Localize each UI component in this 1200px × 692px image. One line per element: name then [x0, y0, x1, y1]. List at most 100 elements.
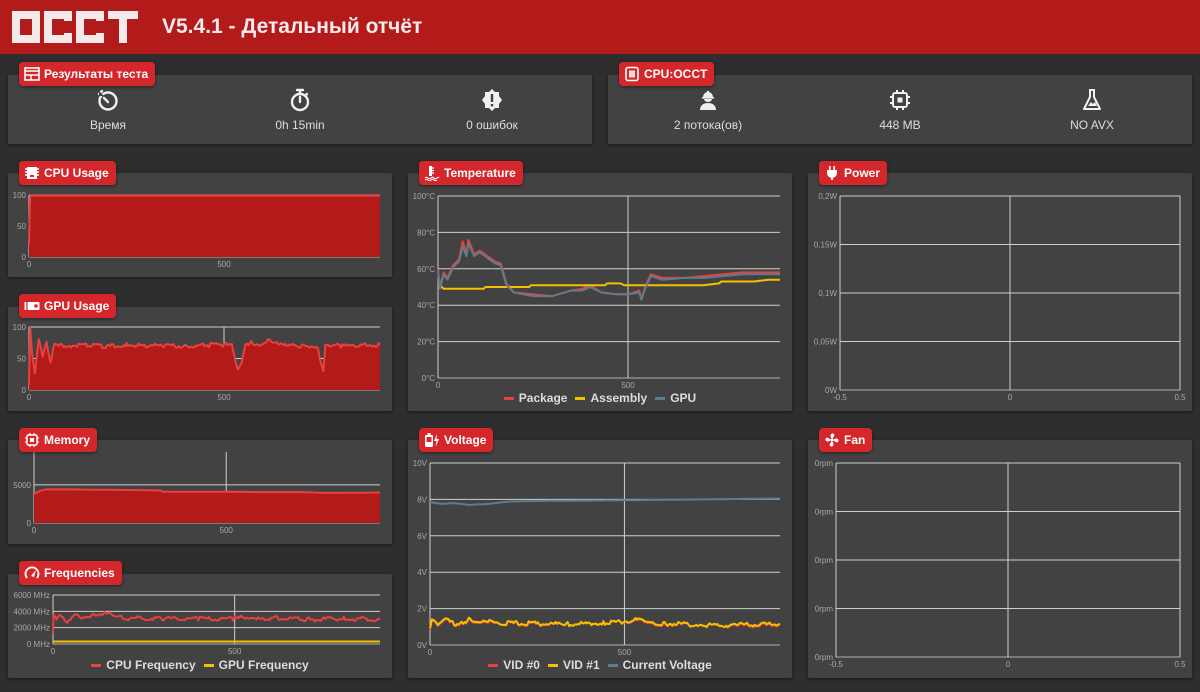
plug-icon — [827, 166, 837, 180]
voltage-chart: 0V 2V 4V 6V 8V 10V 0 500 — [413, 459, 781, 657]
y-tick-label: 0rpm — [815, 556, 834, 565]
y-tick-label: 2000 MHz — [14, 624, 50, 633]
cpu-usage-badge: CPU Usage — [19, 161, 116, 185]
y-tick-label: 0,15W — [814, 241, 838, 250]
legend-label: VID #1 — [562, 658, 600, 672]
y-tick-label: 5000 — [13, 481, 31, 490]
gpu-usage-panel: 0 50 100 0 500 — [8, 307, 392, 411]
table-icon — [24, 67, 40, 81]
stat-memory: 448 MB — [800, 75, 1000, 144]
fan-badge: Fan — [819, 428, 873, 452]
y-tick-label: 10V — [413, 459, 428, 468]
legend-label: VID #0 — [503, 658, 540, 672]
stat-label: NO AVX — [1070, 117, 1114, 132]
cpu-icon — [25, 167, 39, 179]
app-header: V5.4.1 - Детальный отчёт — [0, 0, 1200, 54]
series-area — [29, 195, 380, 257]
gpu-usage-badge: GPU Usage — [19, 294, 117, 318]
temperature-legend: Package Assembly GPU — [408, 391, 792, 405]
series-line-cpu-frequency — [52, 610, 381, 634]
series-line-package — [437, 238, 780, 301]
memory-badge: Memory — [19, 428, 98, 452]
series-line-gpu — [437, 242, 780, 301]
y-tick-label: 4V — [417, 568, 427, 577]
gauge-icon — [24, 566, 40, 579]
legend-label: Current Voltage — [622, 658, 712, 672]
cpu-usage-panel: 0 50 100 0 500 — [8, 173, 392, 277]
flask-icon — [1083, 88, 1101, 110]
x-tick-label: 500 — [220, 526, 234, 535]
x-tick-label: 500 — [217, 393, 231, 402]
y-tick-label: 0,05W — [814, 338, 838, 347]
legend-item: GPU — [655, 391, 696, 405]
legend-item: VID #1 — [547, 658, 600, 672]
y-tick-label: 0°C — [422, 374, 436, 383]
legend-item: Package — [503, 391, 568, 405]
x-tick-label: 500 — [618, 648, 632, 657]
stat-avx: NO AVX — [992, 75, 1192, 144]
cpu-usage-chart: 0501000 500 — [13, 191, 380, 269]
legend-swatch — [488, 664, 499, 668]
y-tick-label: 4000 MHz — [14, 607, 50, 616]
y-tick-label: 60°C — [417, 265, 435, 274]
power-chart: 0W0,05W0,1W0,15W0,2W-0.5 0 0.5 — [814, 192, 1186, 402]
x-tick-label: 0 — [428, 648, 433, 657]
battery-charge-icon — [425, 433, 439, 447]
x-tick-label: 0 — [436, 381, 441, 390]
badge-label: Frequencies — [44, 566, 115, 580]
legend-label: GPU — [670, 391, 697, 405]
y-tick-label: 6000 MHz — [14, 591, 50, 600]
temperature-panel: 0°C 20°C 40°C 60°C 80°C 100°C 0 500 Package Asse… — [408, 173, 792, 411]
x-tick-label: 500 — [621, 381, 635, 390]
legend-label: CPU Frequency — [106, 658, 196, 672]
voltage-panel: 0V 2V 4V 6V 8V 10V 0 500 VID #0 VID #1 Current Vo… — [408, 440, 792, 678]
series-area — [29, 327, 380, 390]
voltage-legend: VID #0 VID #1 Current Voltage — [408, 658, 792, 672]
frequencies-legend: CPU Frequency GPU Frequency — [8, 658, 392, 672]
stat-errors: 0 ошибок — [392, 75, 592, 144]
frequencies-panel: 0 MHz 2000 MHz 4000 MHz 6000 MHz 0 500 CPU Fr… — [8, 574, 392, 678]
y-tick-label: 20°C — [417, 338, 435, 347]
badge-label: Fan — [844, 433, 866, 447]
power-panel: 0W 0,05W 0,1W 0,15W 0,2W -0.5 0 0.5 — [808, 173, 1192, 411]
memory-panel: 0 5000 0 500 — [8, 440, 392, 544]
legend-item: VID #0 — [488, 658, 540, 672]
legend-item: GPU Frequency — [203, 658, 309, 672]
badge-label: CPU Usage — [44, 166, 109, 180]
y-tick-label: 100 — [13, 323, 27, 332]
report-title: V5.4.1 - Детальный отчёт — [162, 15, 423, 38]
legend-label: GPU Frequency — [218, 658, 309, 672]
x-tick-label: 0.5 — [1174, 660, 1186, 669]
x-tick-label: -0.5 — [833, 393, 847, 402]
legend-swatch — [655, 397, 666, 401]
badge-label: Voltage — [444, 433, 487, 447]
y-tick-label: 0rpm — [815, 459, 834, 468]
memory-chart: 050000 500 — [13, 452, 380, 535]
x-tick-label: 500 — [217, 260, 231, 269]
clock-rotate-icon — [97, 89, 118, 111]
stat-label: 448 MB — [879, 117, 921, 132]
series-area — [34, 489, 380, 523]
legend-item: Current Voltage — [607, 658, 712, 672]
x-tick-label: 0 — [32, 526, 37, 535]
gpu-card-icon — [24, 302, 40, 310]
stat-label: 0 ошибок — [466, 117, 518, 132]
memory-chip-icon — [25, 433, 39, 447]
legend-item: CPU Frequency — [91, 658, 196, 672]
y-tick-label: 50 — [17, 355, 26, 364]
chip-icon — [890, 89, 910, 110]
y-tick-label: 40°C — [417, 301, 435, 310]
stat-duration: 0h 15min — [200, 75, 400, 144]
legend-label: Package — [518, 391, 568, 405]
cpu-occt-badge: CPU:OCCT — [619, 62, 715, 86]
y-tick-label: 100 — [13, 191, 27, 200]
x-tick-label: 0 — [51, 647, 56, 656]
thermometer-icon — [424, 166, 440, 181]
legend-swatch — [503, 397, 514, 401]
temperature-badge: Temperature — [419, 161, 523, 185]
y-tick-label: 0,2W — [818, 192, 837, 201]
grid: 0W0,05W0,1W0,15W0,2W-0.5 0 0.5 — [814, 192, 1186, 402]
x-tick-label: 500 — [228, 647, 242, 656]
badge-label: Memory — [44, 433, 91, 447]
badge-label: CPU:OCCT — [644, 67, 708, 81]
